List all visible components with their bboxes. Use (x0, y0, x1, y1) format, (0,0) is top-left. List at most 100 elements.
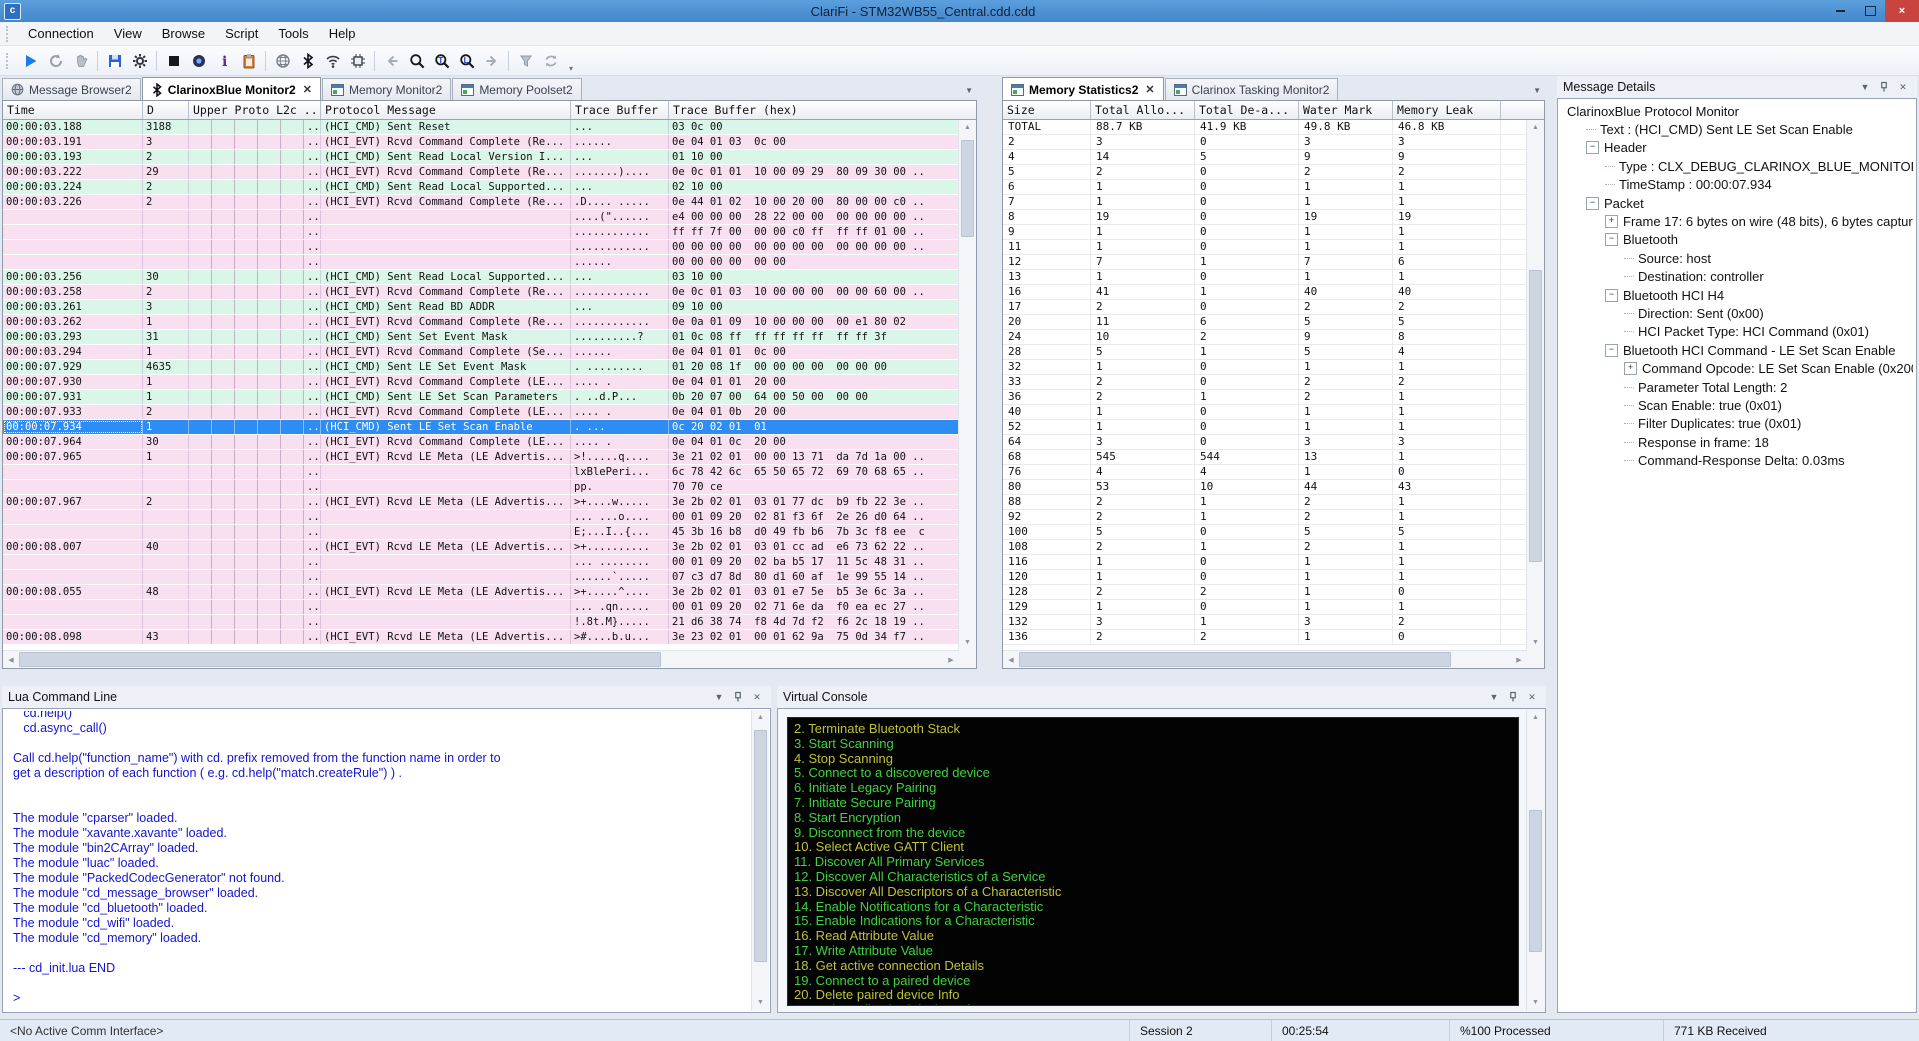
trace-row[interactable]: 00:00:07.96430...(HCI_EVT) Rcvd Command … (3, 435, 959, 450)
memory-row[interactable]: 81901919 (1003, 210, 1527, 225)
tree-item[interactable]: −Bluetooth HCI Command - LE Set Scan Ena… (1561, 341, 1913, 359)
trace-row[interactable]: 00:00:07.9301...(HCI_EVT) Rcvd Command C… (3, 375, 959, 390)
protocol-vertical-scrollbar[interactable]: ▲ ▼ (958, 120, 976, 651)
trace-row[interactable]: ...!.8t.M}.....21 d6 38 74 f8 4d 7d f2 f… (3, 615, 959, 630)
trace-row[interactable]: 00:00:03.22229...(HCI_EVT) Rcvd Command … (3, 165, 959, 180)
memory-vertical-scrollbar[interactable]: ▲ ▼ (1526, 120, 1544, 651)
trace-row[interactable]: 00:00:07.9651...(HCI_EVT) Rcvd LE Meta (… (3, 450, 959, 465)
menu-view[interactable]: View (104, 23, 152, 44)
tree-item[interactable]: −Bluetooth HCI H4 (1561, 286, 1913, 304)
collapse-icon[interactable]: − (1605, 344, 1618, 357)
menu-script[interactable]: Script (215, 23, 268, 44)
menu-connection[interactable]: Connection (18, 23, 104, 44)
trace-row[interactable]: 00:00:03.2621...(HCI_EVT) Rcvd Command C… (3, 315, 959, 330)
protocol-tabstrip-dropdown[interactable]: ▼ (965, 86, 973, 95)
scroll-down-arrow[interactable]: ▼ (959, 635, 976, 651)
memory-row[interactable]: 172022 (1003, 300, 1527, 315)
memory-row[interactable]: 1082121 (1003, 540, 1527, 555)
expand-icon[interactable]: + (1624, 362, 1637, 375)
tree-item[interactable]: Command-Response Delta: 0.03ms (1561, 451, 1913, 469)
collapse-icon[interactable]: − (1605, 289, 1618, 302)
scroll-up-arrow[interactable]: ▲ (752, 710, 769, 726)
memory-row[interactable]: 1201011 (1003, 570, 1527, 585)
scroll-up-arrow[interactable]: ▲ (1527, 710, 1544, 726)
wifi-button[interactable] (320, 49, 345, 73)
memory-row[interactable]: 521011 (1003, 420, 1527, 435)
tree-item[interactable]: Source: host (1561, 249, 1913, 267)
trace-row[interactable]: 00:00:03.1883188...(HCI_CMD) Sent Reset.… (3, 120, 959, 135)
memory-row[interactable]: 643033 (1003, 435, 1527, 450)
trace-row[interactable]: 00:00:08.00740...(HCI_EVT) Rcvd LE Meta … (3, 540, 959, 555)
tree-item[interactable]: Parameter Total Length: 2 (1561, 378, 1913, 396)
column-header-total-de-a[interactable]: Total De-a... (1195, 101, 1299, 119)
tree-item[interactable]: HCI Packet Type: HCI Command (0x01) (1561, 323, 1913, 341)
tab-close-icon[interactable]: ✕ (303, 83, 312, 96)
trace-row[interactable]: ...............ff ff 7f 00 00 00 c0 ff f… (3, 225, 959, 240)
tree-item[interactable]: +Command Opcode: LE Set Scan Enable (0x2… (1561, 359, 1913, 377)
memory-row[interactable]: 882121 (1003, 495, 1527, 510)
scroll-left-arrow[interactable]: ◀ (1003, 656, 1019, 664)
forward-arrow-button[interactable] (479, 49, 504, 73)
tree-item[interactable]: Scan Enable: true (0x01) (1561, 396, 1913, 414)
play-button[interactable] (18, 49, 43, 73)
tab-memory-poolset2[interactable]: Memory Poolset2 (452, 78, 581, 100)
memory-row[interactable]: 71011 (1003, 195, 1527, 210)
search-button[interactable] (404, 49, 429, 73)
column-header-total-allo[interactable]: Total Allo... (1091, 101, 1195, 119)
trace-row[interactable]: ...... .qn.....00 01 09 20 02 71 6e da f… (3, 600, 959, 615)
chip-button[interactable] (345, 49, 370, 73)
scrollbar-thumb[interactable] (1529, 270, 1542, 562)
maximize-button[interactable] (1855, 0, 1885, 22)
pin-icon[interactable] (730, 690, 746, 704)
column-header-d[interactable]: D (143, 101, 189, 119)
tree-item[interactable]: −Header (1561, 139, 1913, 157)
scroll-up-arrow[interactable]: ▲ (959, 120, 976, 136)
menu-browse[interactable]: Browse (152, 23, 215, 44)
toolbar-overflow-button[interactable]: ▾ (569, 64, 573, 75)
tree-item[interactable]: TimeStamp : 00:00:07.934 (1561, 176, 1913, 194)
collapse-icon[interactable]: − (1586, 197, 1599, 210)
pin-icon[interactable] (1505, 690, 1521, 704)
expand-icon[interactable]: + (1605, 215, 1618, 228)
memory-row[interactable]: 414599 (1003, 150, 1527, 165)
column-header-memory-leak[interactable]: Memory Leak (1393, 101, 1501, 119)
pin-icon[interactable] (1876, 80, 1892, 94)
tree-item[interactable]: Direction: Sent (0x00) (1561, 304, 1913, 322)
trace-row[interactable]: 00:00:03.2613...(HCI_CMD) Sent Read BD A… (3, 300, 959, 315)
memory-row[interactable]: 321011 (1003, 360, 1527, 375)
trace-row[interactable]: ...lxBlePeri...6c 78 42 6c 65 50 65 72 6… (3, 465, 959, 480)
memory-row[interactable]: TOTAL88.7 KB41.9 KB49.8 KB46.8 KB (1003, 120, 1527, 135)
lua-vertical-scrollbar[interactable]: ▲ ▼ (751, 710, 769, 1011)
trace-row[interactable]: .........`.....07 c3 d7 8d 80 d1 60 af 1… (3, 570, 959, 585)
trace-row[interactable]: 00:00:03.29331...(HCI_CMD) Sent Set Even… (3, 330, 959, 345)
panel-menu-button[interactable]: ▼ (1486, 690, 1502, 704)
memory-horizontal-scrollbar[interactable]: ◀ ▶ (1003, 650, 1527, 668)
memory-row[interactable]: 131011 (1003, 270, 1527, 285)
trace-row[interactable]: ...... ........00 01 09 20 02 ba b5 17 1… (3, 555, 959, 570)
trace-row[interactable]: 00:00:08.05548...(HCI_EVT) Rcvd LE Meta … (3, 585, 959, 600)
globe-button[interactable] (270, 49, 295, 73)
memory-row[interactable]: 111011 (1003, 240, 1527, 255)
console-vertical-scrollbar[interactable]: ▲ ▼ (1526, 710, 1544, 1011)
column-header-trace-buffer-hex[interactable]: Trace Buffer (hex) (669, 101, 976, 119)
minimize-button[interactable] (1825, 0, 1855, 22)
scroll-right-arrow[interactable]: ▶ (943, 656, 959, 664)
trace-row[interactable]: 00:00:03.2582...(HCI_EVT) Rcvd Command C… (3, 285, 959, 300)
save-button[interactable] (102, 49, 127, 73)
scrollbar-thumb[interactable] (19, 652, 661, 667)
scroll-down-arrow[interactable]: ▼ (1527, 635, 1544, 651)
trace-row-selected[interactable]: 00:00:07.9341...(HCI_CMD) Sent LE Set Sc… (3, 420, 959, 435)
tab-clarinoxblue-monitor2[interactable]: ClarinoxBlue Monitor2✕ (142, 77, 321, 101)
tab-clarinox-tasking-monitor2[interactable]: Clarinox Tasking Monitor2 (1165, 78, 1339, 100)
column-header-trace-buffer[interactable]: Trace Buffer (571, 101, 669, 119)
trace-row[interactable]: ...... ...o....00 01 09 20 02 81 f3 6f 2… (3, 510, 959, 525)
stop-button[interactable] (161, 49, 186, 73)
column-header-size[interactable]: Size (1003, 101, 1091, 119)
tree-item[interactable]: Type : CLX_DEBUG_CLARINOX_BLUE_MONITOR_P… (1561, 157, 1913, 175)
memory-row[interactable]: 91011 (1003, 225, 1527, 240)
trace-row[interactable]: ...pp.70 70 ce (3, 480, 959, 495)
tree-item[interactable]: Filter Duplicates: true (0x01) (1561, 415, 1913, 433)
memory-row[interactable]: 1362210 (1003, 630, 1527, 645)
memory-row[interactable]: 2410298 (1003, 330, 1527, 345)
trace-row[interactable]: 00:00:03.2262...(HCI_EVT) Rcvd Command C… (3, 195, 959, 210)
